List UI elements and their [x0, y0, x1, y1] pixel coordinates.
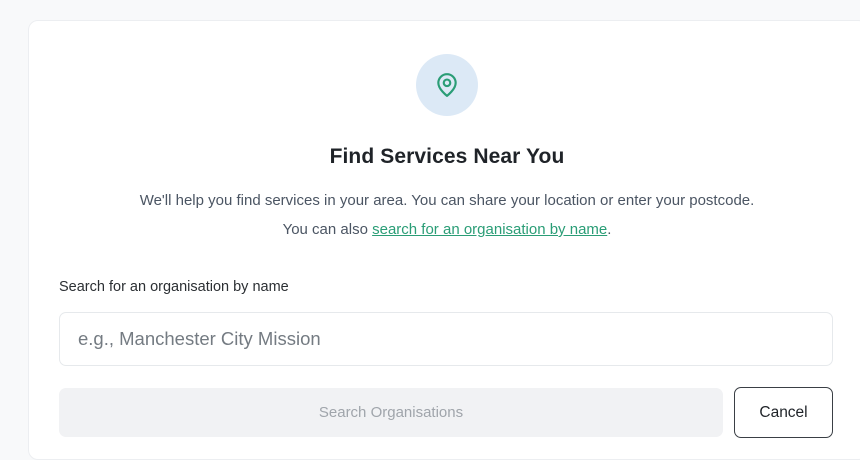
search-label: Search for an organisation by name [59, 279, 289, 295]
page-title: Find Services Near You [329, 145, 565, 168]
location-pin-icon [437, 73, 457, 97]
description-line-1: We'll help you find services in your are… [139, 192, 755, 209]
search-by-name-link[interactable]: search for an organisation by name [372, 221, 607, 238]
description: We'll help you find services in your are… [29, 186, 860, 244]
cancel-button[interactable]: Cancel [734, 387, 833, 438]
description-suffix: . [607, 221, 612, 238]
description-line-2: You can also search for an organisation … [29, 215, 860, 244]
find-services-card: Find Services Near You We'll help you fi… [28, 20, 860, 460]
location-icon-badge [416, 54, 478, 116]
description-prefix: You can also [282, 221, 373, 238]
organisation-search-input[interactable] [59, 312, 833, 366]
search-organisations-button[interactable]: Search Organisations [59, 388, 723, 437]
